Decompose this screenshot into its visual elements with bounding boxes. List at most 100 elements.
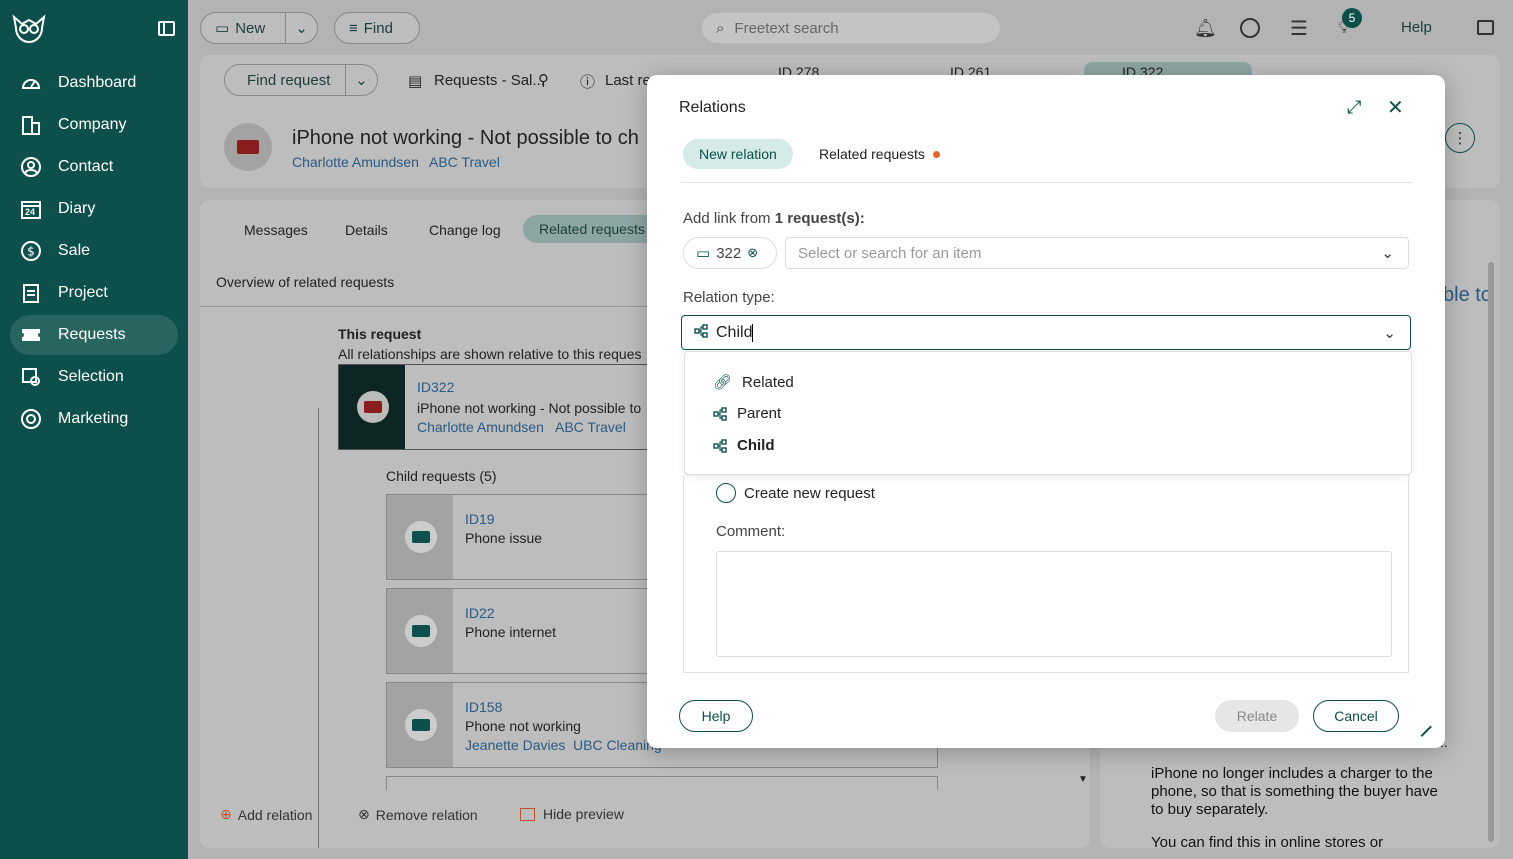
freetext-search[interactable]: ⌕ Freetext search (702, 13, 1000, 43)
find-request-label: Find request (247, 71, 331, 89)
child-relation-icon (694, 323, 708, 342)
option-parent[interactable]: Parent (713, 405, 781, 422)
help-button[interactable]: Help (679, 700, 753, 732)
selection-icon (20, 366, 42, 388)
sidebar-item-label: Project (58, 284, 108, 301)
scrollbar[interactable] (1488, 262, 1494, 842)
new-button[interactable]: ▭ New ⌄ (200, 12, 318, 44)
remove-icon: ⊗ (358, 806, 370, 822)
chevron-down-icon[interactable]: ⌄ (285, 13, 317, 43)
tab-messages[interactable]: Messages (244, 222, 308, 238)
notification-badge: 5 (1342, 8, 1362, 28)
tab-change-log[interactable]: Change log (429, 222, 501, 238)
search-icon: ⌕ (716, 19, 725, 37)
tab-details[interactable]: Details (345, 222, 388, 238)
more-options-icon[interactable]: ⋮ (1445, 123, 1475, 153)
relate-button[interactable]: Relate (1215, 700, 1299, 732)
sidebar-item-requests[interactable]: Requests (10, 315, 178, 355)
request-id[interactable]: ID19 (465, 511, 495, 527)
cancel-button[interactable]: Cancel (1313, 700, 1399, 732)
menu-icon[interactable]: ☰ (1290, 16, 1308, 41)
sidebar-item-contact[interactable]: Contact (10, 147, 178, 187)
tab-label: New relation (699, 146, 777, 162)
request-id[interactable]: ID22 (465, 605, 495, 621)
find-icon: ≡ (349, 19, 358, 37)
collapse-sidebar-icon[interactable] (158, 21, 175, 36)
option-child[interactable]: Child (713, 437, 775, 454)
dialog-title: Relations (679, 99, 746, 116)
contact-link[interactable]: Charlotte Amundsen (417, 419, 544, 435)
hide-preview-button[interactable]: Hide preview (520, 806, 624, 822)
preview-text: You can find this in online stores or (1151, 834, 1384, 851)
find-request-button[interactable]: Find request ⌄ (224, 64, 378, 96)
request-chip[interactable]: ▭ 322 ⊗ (683, 237, 777, 269)
sidebar-item-dashboard[interactable]: Dashboard (10, 63, 178, 103)
sidebar-item-label: Company (58, 116, 127, 133)
sidebar-item-company[interactable]: Company (10, 105, 178, 145)
add-relation-button[interactable]: ⊕ Add relation (220, 806, 312, 823)
hide-preview-label: Hide preview (543, 806, 624, 822)
pin-icon[interactable]: ⚲ (538, 71, 549, 89)
sidebar-item-sale[interactable]: $ Sale (10, 231, 178, 271)
avatar[interactable] (1240, 18, 1260, 38)
create-new-request-radio[interactable]: Create new request (716, 483, 875, 503)
breadcrumb[interactable]: Requests - Sal... (434, 72, 545, 89)
sidebar-item-label: Sale (58, 242, 91, 259)
tab-id322[interactable] (1084, 62, 1252, 76)
tab-related-requests[interactable]: Related requests (523, 215, 661, 243)
chevron-down-icon[interactable]: ⌄ (345, 65, 377, 95)
main-request-card[interactable]: ID322 iPhone not working - Not possible … (338, 364, 659, 450)
remove-relation-button[interactable]: ⊗ Remove relation (358, 806, 478, 823)
help-button-label: Help (701, 708, 731, 724)
resize-handle-icon[interactable] (1412, 717, 1432, 737)
owl-logo-icon[interactable] (12, 14, 46, 44)
request-select[interactable]: Select or search for an item ⌄ (785, 237, 1409, 269)
panel-toggle-icon[interactable] (1477, 20, 1494, 35)
relationship-note: All relationships are shown relative to … (338, 346, 642, 362)
help-link[interactable]: Help (1401, 19, 1432, 36)
ticket-icon (357, 391, 389, 423)
comment-textarea[interactable] (716, 551, 1392, 657)
sidebar-item-marketing[interactable]: Marketing (10, 399, 178, 439)
option-label: Parent (737, 405, 782, 422)
tab-related-requests[interactable]: Related requests (803, 139, 956, 169)
sidebar-item-diary[interactable]: 24 Diary (10, 189, 178, 229)
request-title: Phone internet (465, 624, 557, 640)
child-requests-header: Child requests (5) (386, 468, 497, 484)
contact-link[interactable]: Charlotte Amundsen (292, 154, 419, 170)
preview-title-fragment: ble to (1443, 284, 1492, 306)
remove-chip-icon[interactable]: ⊗ (747, 245, 758, 261)
link-icon: 🔗︎ (713, 374, 733, 391)
add-link-prefix: Add link from (683, 210, 775, 227)
tab-new-relation[interactable]: New relation (683, 139, 793, 169)
diary-day: 24 (25, 207, 36, 217)
company-link[interactable]: ABC Travel (555, 419, 626, 435)
company-link[interactable]: ABC Travel (429, 154, 500, 170)
child-request-card[interactable] (386, 776, 938, 790)
add-relation-label: Add relation (237, 806, 313, 823)
request-title: Phone issue (465, 530, 543, 546)
contact-icon (20, 156, 42, 178)
sidebar-item-selection[interactable]: Selection (10, 357, 178, 397)
option-related[interactable]: 🔗︎ Related (713, 373, 794, 392)
scroll-down-icon[interactable]: ▼ (1078, 774, 1088, 785)
expand-icon[interactable]: ⤢ (1347, 97, 1361, 118)
request-id[interactable]: ID322 (417, 379, 454, 395)
last-label[interactable]: Last re (605, 72, 651, 89)
bell-icon[interactable]: 🔔︎ (1194, 18, 1217, 39)
svg-text:$: $ (27, 245, 35, 259)
create-new-label: Create new request (744, 484, 875, 502)
relation-type-input[interactable]: Child ⌄ (681, 315, 1411, 350)
add-icon: ⊕ (220, 806, 232, 822)
contact-link[interactable]: Jeanette Davies (465, 737, 565, 753)
close-icon[interactable]: ✕ (1387, 95, 1404, 120)
relations-dialog: Relations ⤢ ✕ New relation Related reque… (647, 75, 1445, 748)
ticket-icon: ▭ (215, 20, 230, 37)
chip-label: 322 (716, 244, 742, 262)
find-button[interactable]: ≡ Find (334, 12, 420, 44)
select-placeholder: Select or search for an item (798, 244, 982, 262)
request-id[interactable]: ID158 (465, 699, 502, 715)
sidebar-item-project[interactable]: Project (10, 273, 178, 313)
cancel-button-label: Cancel (1334, 708, 1378, 724)
ticket-icon: ▭ (696, 245, 711, 262)
